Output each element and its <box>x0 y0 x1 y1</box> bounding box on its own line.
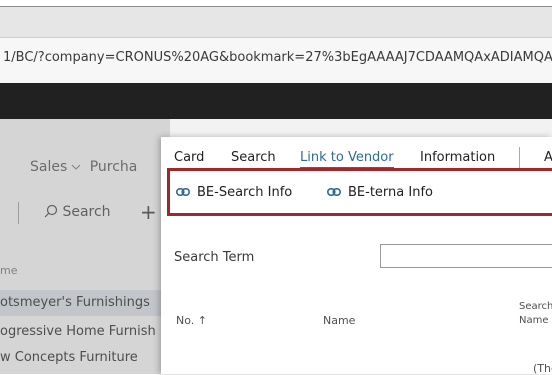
search-term-label: Search Term <box>174 250 255 265</box>
link-icon <box>176 185 192 199</box>
be-terna-info-label: BE-terna Info <box>348 185 433 200</box>
column-header-name[interactable]: Name <box>323 314 355 327</box>
be-search-info-label: BE-Search Info <box>197 185 293 200</box>
search-term-input[interactable] <box>380 244 552 268</box>
tab-information[interactable]: Information <box>420 150 495 165</box>
be-terna-info-button[interactable]: BE-terna Info <box>327 185 433 200</box>
nav-sales[interactable]: Sales <box>30 159 67 175</box>
url-text[interactable]: 1/BC/?company=CRONUS%20AG&bookmark=27%3b… <box>3 50 552 65</box>
be-search-info-button[interactable]: BE-Search Info <box>176 185 292 200</box>
browser-tab-strip <box>0 7 552 37</box>
tab-link-to-vendor[interactable]: Link to Vendor <box>300 150 394 168</box>
lookup-dialog: Card Search Link to Vendor Information A… <box>161 137 552 375</box>
background-toolbar: Search + <box>0 194 170 234</box>
toolbar-divider <box>18 202 19 224</box>
background-search-button[interactable]: Search <box>44 204 111 220</box>
plus-icon[interactable]: + <box>140 200 157 224</box>
empty-list-message: (The <box>533 362 552 375</box>
list-column-header: me <box>0 264 18 277</box>
list-item[interactable]: ogressive Home Furnish <box>0 319 170 345</box>
tab-overflow[interactable]: A <box>544 150 552 165</box>
nav-purchasing[interactable]: Purcha <box>90 159 138 175</box>
search-label: Search <box>62 204 111 220</box>
chevron-down-icon <box>71 159 81 175</box>
column-header-search-name[interactable]: Search Name <box>519 300 552 328</box>
search-icon <box>44 204 62 220</box>
list-item[interactable]: otsmeyer's Furnishings <box>0 290 170 316</box>
link-icon <box>327 185 343 199</box>
column-header-no[interactable]: No. ↑ <box>176 314 207 327</box>
app-header-bar <box>0 83 552 119</box>
tab-divider <box>519 147 520 169</box>
address-bar[interactable]: 1/BC/?company=CRONUS%20AG&bookmark=27%3b… <box>0 37 552 85</box>
action-group-highlight: BE-Search Info BE-terna Info <box>167 168 552 216</box>
tab-search[interactable]: Search <box>231 150 276 165</box>
window-top-frame <box>0 0 552 7</box>
tab-card[interactable]: Card <box>174 150 204 165</box>
list-item[interactable]: w Concepts Furniture <box>0 345 170 371</box>
background-nav: Sales Purcha <box>30 159 137 175</box>
